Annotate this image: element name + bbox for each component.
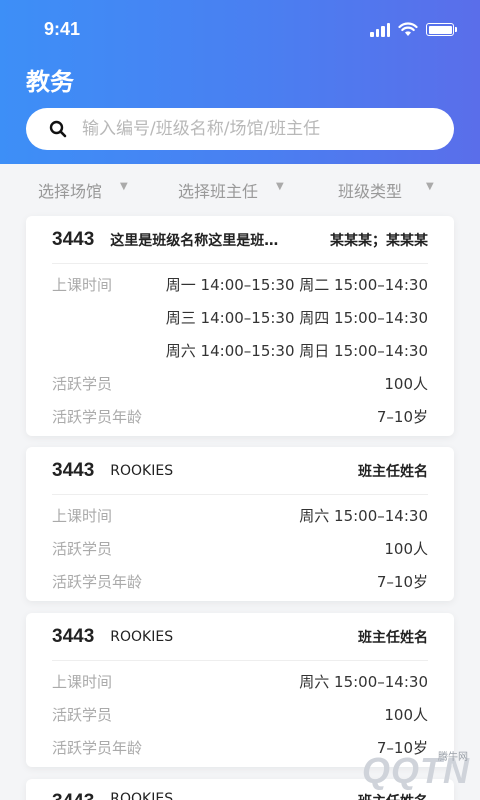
search-icon [49, 120, 67, 138]
status-bar: 9:41 [0, 0, 480, 60]
battery-icon [426, 23, 457, 36]
card-header: 3443 ROOKIES 班主任姓名 [52, 613, 428, 661]
signal-icon [370, 22, 390, 37]
status-icons [370, 22, 457, 37]
schedule-row: 上课时间 周一 14:00–15:30 周二 15:00–14:30 [52, 268, 428, 301]
active-students-value: 100人 [384, 706, 428, 724]
student-age-value: 7–10岁 [376, 573, 428, 591]
filter-head-teacher-label: 选择班主任 [178, 182, 259, 201]
schedule-value: 周六 14:00–15:30 周日 15:00–14:30 [165, 342, 428, 360]
schedule-value: 周三 14:00–15:30 周四 15:00–14:30 [165, 309, 428, 327]
class-card[interactable]: 3443 ROOKIES 班主任姓名 上课时间 周六 15:00–14:30 活… [26, 447, 454, 601]
class-number: 3443 [52, 459, 95, 481]
class-name: ROOKIES [110, 628, 174, 645]
active-students-value: 100人 [384, 375, 428, 393]
filter-class-type[interactable]: 班级类型 ▼ [338, 178, 434, 202]
schedule-row: 周六 14:00–15:30 周日 15:00–14:30 [52, 334, 428, 367]
student-age-row: 活跃学员年龄 7–10岁 [52, 565, 428, 598]
active-students-row: 活跃学员 100人 [52, 698, 428, 731]
student-age-row: 活跃学员年龄 7–10岁 [52, 400, 428, 433]
schedule-label: 上课时间 [52, 507, 113, 525]
schedule-label: 上课时间 [52, 276, 113, 294]
filter-venue[interactable]: 选择场馆 ▼ [38, 178, 128, 202]
active-students-label: 活跃学员 [52, 706, 113, 724]
caret-down-icon: ▼ [276, 180, 284, 192]
filter-head-teacher[interactable]: 选择班主任 ▼ [178, 178, 284, 202]
filter-class-type-label: 班级类型 [338, 182, 403, 201]
schedule-row: 上课时间 周六 15:00–14:30 [52, 499, 428, 532]
class-card[interactable]: 3443 这里是班级名称这里是班级名称 某某某；某某某 上课时间 周一 14:0… [26, 216, 454, 436]
watermark-small-text: 腾牛网 [438, 752, 468, 763]
watermark-logo: QQTN 腾牛网 [362, 750, 470, 792]
card-header: 3443 ROOKIES 班主任姓名 [52, 447, 428, 495]
wifi-icon [398, 22, 418, 36]
class-number: 3443 [52, 228, 95, 250]
head-teacher-name: 班主任姓名 [358, 463, 428, 480]
schedule-row: 周三 14:00–15:30 周四 15:00–14:30 [52, 301, 428, 334]
student-age-label: 活跃学员年龄 [52, 739, 143, 757]
active-students-value: 100人 [384, 540, 428, 558]
class-name: ROOKIES [110, 791, 174, 800]
search-box[interactable] [26, 108, 454, 150]
class-name: 这里是班级名称这里是班级名称 [110, 232, 289, 249]
class-number: 3443 [52, 791, 94, 800]
schedule-value: 周六 15:00–14:30 [299, 507, 428, 525]
caret-down-icon: ▼ [426, 180, 434, 192]
schedule-row: 上课时间 周六 15:00–14:30 [52, 665, 428, 698]
class-card[interactable]: 3443 ROOKIES 班主任姓名 上课时间 周六 15:00–14:30 活… [26, 613, 454, 767]
active-students-row: 活跃学员 100人 [52, 532, 428, 565]
schedule-label: 上课时间 [52, 673, 113, 691]
header: 9:41 教务 [0, 0, 480, 164]
class-number: 3443 [52, 625, 95, 647]
head-teacher-name: 班主任姓名 [358, 791, 428, 800]
schedule-value: 周六 15:00–14:30 [299, 673, 428, 691]
head-teacher-name: 某某某；某某某 [330, 232, 428, 249]
class-name: ROOKIES [110, 462, 174, 479]
student-age-label: 活跃学员年龄 [52, 408, 143, 426]
caret-down-icon: ▼ [120, 180, 128, 192]
schedule-value: 周一 14:00–15:30 周二 15:00–14:30 [165, 276, 428, 294]
card-header: 3443 这里是班级名称这里是班级名称 某某某；某某某 [52, 216, 428, 264]
student-age-label: 活跃学员年龄 [52, 573, 143, 591]
status-time: 9:41 [44, 19, 81, 39]
search-input[interactable] [82, 119, 412, 139]
filter-venue-label: 选择场馆 [38, 182, 103, 201]
filter-bar: 选择场馆 ▼ 选择班主任 ▼ 班级类型 ▼ [0, 164, 480, 214]
active-students-label: 活跃学员 [52, 540, 113, 558]
active-students-row: 活跃学员 100人 [52, 367, 428, 400]
head-teacher-name: 班主任姓名 [358, 629, 428, 646]
page-title: 教务 [26, 68, 74, 96]
student-age-value: 7–10岁 [376, 408, 428, 426]
active-students-label: 活跃学员 [52, 375, 113, 393]
